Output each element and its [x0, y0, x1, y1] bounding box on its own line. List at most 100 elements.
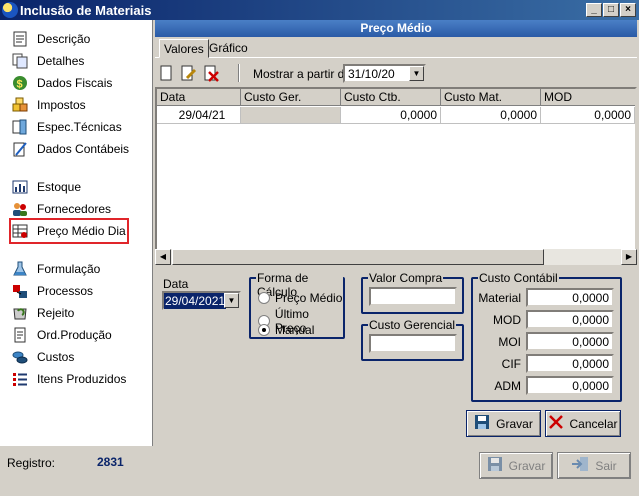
tab-grafico[interactable]: Gráfico	[205, 39, 252, 58]
valor-compra-group: Valor Compra	[361, 271, 464, 314]
sidebar-item-preco-medio-dia[interactable]: Preço Médio Dia	[9, 218, 129, 244]
data-date-value: 29/04/2021	[164, 293, 227, 309]
window-title: Inclusão de Materiais	[20, 3, 152, 18]
sidebar-item-dados-fiscais[interactable]: $ Dados Fiscais	[12, 73, 112, 93]
minimize-button[interactable]: _	[586, 3, 602, 17]
scroll-left-icon[interactable]: ◀	[155, 249, 171, 265]
radio-dot	[258, 292, 270, 304]
column-header-data[interactable]: Data	[157, 89, 241, 106]
sidebar-item-espec-tecnicas[interactable]: Espec.Técnicas	[12, 117, 122, 137]
radio-manual[interactable]: Manual	[258, 323, 314, 337]
registro-value: 2831	[97, 455, 124, 469]
process-icon	[12, 283, 30, 299]
column-header-custo-ctb[interactable]: Custo Ctb.	[341, 89, 441, 106]
sidebar-item-estoque[interactable]: Estoque	[12, 177, 81, 197]
sidebar-item-ord-producao[interactable]: Ord.Produção	[12, 325, 112, 345]
save-icon	[474, 414, 490, 433]
show-from-date-select[interactable]: 31/10/20 ▼	[343, 64, 426, 83]
scroll-right-icon[interactable]: ▶	[621, 249, 637, 265]
gravar-button[interactable]: Gravar	[466, 410, 541, 437]
recycle-icon	[12, 305, 30, 321]
valor-compra-title: Valor Compra	[368, 271, 444, 285]
chevron-down-icon[interactable]: ▼	[409, 66, 424, 81]
scroll-thumb[interactable]	[172, 249, 544, 265]
custo-gerencial-group: Custo Gerencial	[361, 318, 464, 361]
sidebar-item-rejeito[interactable]: Rejeito	[12, 303, 74, 323]
adm-input[interactable]: 0,0000	[526, 376, 614, 395]
table-cell[interactable]	[241, 107, 341, 124]
pane-title: Preço Médio	[155, 20, 637, 37]
footer-gravar-label: Gravar	[508, 458, 546, 473]
sidebar-item-label: Dados Fiscais	[37, 76, 113, 90]
sidebar-item-processos[interactable]: Processos	[12, 281, 93, 301]
table-cell[interactable]: 0,0000	[441, 107, 541, 124]
cancel-icon	[548, 414, 564, 433]
custo-gerencial-input[interactable]	[369, 334, 457, 353]
title-bar: Inclusão de Materiais _ □ ×	[0, 0, 639, 20]
order-icon	[12, 327, 30, 343]
data-label: Data	[163, 277, 189, 291]
column-header-custo-ger[interactable]: Custo Ger.	[241, 89, 341, 106]
document-icon	[12, 31, 30, 47]
radio-preco-medio[interactable]: Preço Médio	[258, 291, 342, 305]
horizontal-scrollbar[interactable]: ◀ ▶	[155, 249, 637, 265]
tab-valores[interactable]: Valores	[159, 39, 209, 58]
sidebar-item-label: Formulação	[37, 262, 101, 276]
mod-input[interactable]: 0,0000	[526, 310, 614, 329]
sidebar-item-label: Fornecedores	[37, 202, 112, 216]
sidebar-item-dados-contabeis[interactable]: Dados Contábeis	[12, 139, 129, 159]
radio-dot	[258, 324, 270, 336]
column-header-custo-mat[interactable]: Custo Mat.	[441, 89, 541, 106]
sidebar-item-label: Espec.Técnicas	[37, 120, 122, 134]
sidebar-item-label: Descrição	[37, 32, 91, 46]
data-date-select[interactable]: 29/04/2021 ▼	[162, 291, 241, 310]
sidebar-item-label: Detalhes	[37, 54, 85, 68]
gravar-label: Gravar	[496, 416, 533, 431]
edit-record-button[interactable]	[179, 64, 197, 82]
svg-text:$: $	[17, 79, 23, 91]
table-cell[interactable]: 29/04/21	[157, 107, 241, 124]
boxes-icon	[12, 97, 30, 113]
cancelar-button[interactable]: Cancelar	[545, 410, 621, 437]
sidebar-item-label: Estoque	[37, 180, 82, 194]
custo-contabil-group: Custo Contábil Material 0,0000 MOD 0,000…	[471, 271, 622, 402]
column-header-mod[interactable]: MOD	[541, 89, 635, 106]
price-grid[interactable]: Data Custo Ger. Custo Ctb. Custo Mat. MO…	[155, 87, 637, 265]
sair-button[interactable]: Sair	[557, 452, 631, 479]
close-button[interactable]: ×	[620, 3, 636, 17]
tab-divider	[155, 57, 637, 58]
radio-label: Preço Médio	[275, 291, 343, 305]
technical-spec-icon	[12, 119, 30, 135]
cif-input[interactable]: 0,0000	[526, 354, 614, 373]
people-icon	[12, 201, 30, 217]
delete-record-button[interactable]	[202, 64, 220, 82]
chevron-down-icon[interactable]: ▼	[224, 293, 239, 308]
sidebar-item-descricao[interactable]: Descrição	[12, 29, 90, 49]
footer-gravar-button[interactable]: Gravar	[479, 452, 553, 479]
sidebar-item-label: Itens Produzidos	[37, 372, 127, 386]
save-icon	[487, 456, 503, 475]
valor-compra-input[interactable]	[369, 287, 457, 306]
mod-label: MOD	[493, 313, 521, 327]
sidebar-item-label: Processos	[37, 284, 94, 298]
coins-icon	[12, 349, 30, 365]
new-record-button[interactable]	[157, 64, 175, 82]
sidebar-item-formulacao[interactable]: Formulação	[12, 259, 100, 279]
sidebar-item-impostos[interactable]: Impostos	[12, 95, 86, 115]
moi-input[interactable]: 0,0000	[526, 332, 614, 351]
dollar-icon: $	[12, 75, 30, 91]
sidebar-item-itens-produzidos[interactable]: Itens Produzidos	[12, 369, 126, 389]
sidebar-item-label: Dados Contábeis	[37, 142, 130, 156]
sair-label: Sair	[595, 458, 617, 473]
sidebar-item-label: Rejeito	[37, 306, 75, 320]
custo-contabil-title: Custo Contábil	[478, 271, 559, 285]
maximize-button[interactable]: □	[603, 3, 619, 17]
sidebar: Descrição Detalhes $ Dados Fiscais Impos…	[0, 20, 153, 446]
table-cell[interactable]: 0,0000	[541, 107, 635, 124]
material-input[interactable]: 0,0000	[526, 288, 614, 307]
table-cell[interactable]: 0,0000	[341, 107, 441, 124]
sidebar-item-custos[interactable]: Custos	[12, 347, 74, 367]
sidebar-item-detalhes[interactable]: Detalhes	[12, 51, 84, 71]
sidebar-item-label: Preço Médio Dia	[37, 224, 126, 238]
sidebar-item-fornecedores[interactable]: Fornecedores	[12, 199, 111, 219]
